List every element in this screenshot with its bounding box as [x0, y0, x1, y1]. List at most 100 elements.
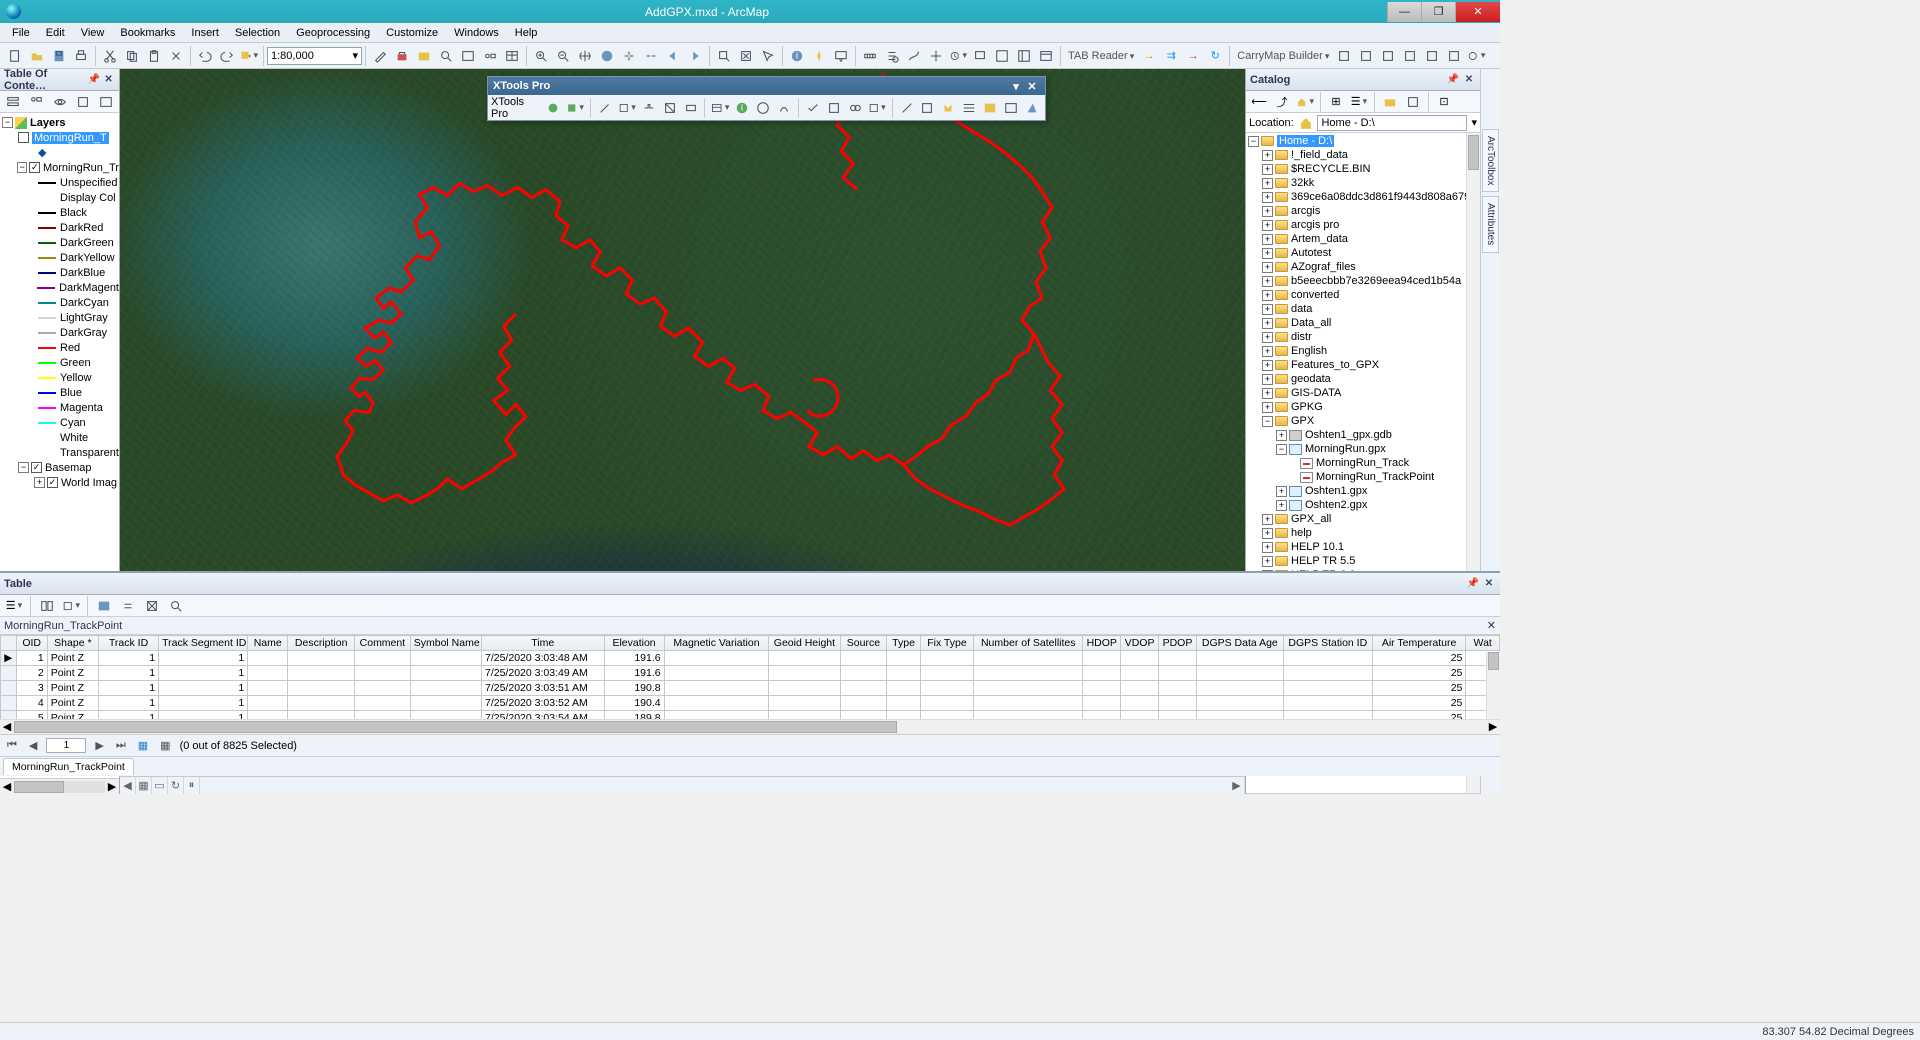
fixed-zoom-out-icon[interactable]: [641, 46, 661, 66]
python-icon[interactable]: [458, 46, 478, 66]
xt-tool-4-icon[interactable]: [617, 98, 637, 118]
grid-vscrollbar[interactable]: [1486, 652, 1500, 719]
table-options-icon[interactable]: ☰: [4, 596, 24, 616]
full-extent-icon[interactable]: [597, 46, 617, 66]
xtools-titlebar[interactable]: XTools Pro ▾ ✕: [488, 77, 1045, 95]
cat-connect-gdb-icon[interactable]: [1403, 92, 1423, 112]
toc-symbol-row[interactable]: Blue: [0, 385, 119, 400]
catalog-location-input[interactable]: [1317, 115, 1467, 131]
data-view-icon[interactable]: ▦: [136, 777, 152, 794]
table-window-icon[interactable]: [502, 46, 522, 66]
copy-icon[interactable]: [122, 46, 142, 66]
xt-tool-10-icon[interactable]: [754, 98, 772, 118]
table-switch-icon[interactable]: [118, 596, 138, 616]
toc-symbol-row[interactable]: Yellow: [0, 370, 119, 385]
tabreader-arrow1-icon[interactable]: →: [1139, 46, 1159, 66]
pause-draw-icon[interactable]: ⏸: [184, 777, 200, 794]
attribute-grid[interactable]: OIDShape *Track IDTrack Segment IDNameDe…: [0, 635, 1500, 719]
catalog-icon[interactable]: [414, 46, 434, 66]
table-clear-icon[interactable]: [142, 596, 162, 616]
toc-symbol-row[interactable]: DarkMagent: [0, 280, 119, 295]
cat-options-icon[interactable]: ⊡: [1434, 92, 1454, 112]
minimize-button[interactable]: —: [1387, 2, 1421, 22]
toc-basemap[interactable]: Basemap: [45, 462, 91, 474]
new-icon[interactable]: [5, 46, 25, 66]
menu-customize[interactable]: Customize: [378, 25, 446, 41]
list-by-drawing-icon[interactable]: [3, 92, 22, 112]
toc-symbol-row[interactable]: DarkYellow: [0, 250, 119, 265]
carrymap-tool2-icon[interactable]: [1356, 46, 1376, 66]
toc-symbol-row[interactable]: Cyan: [0, 415, 119, 430]
toc-symbol-row[interactable]: Red: [0, 340, 119, 355]
catalog-item[interactable]: +arcgis pro: [1246, 218, 1480, 232]
catalog-item[interactable]: +!_field_data: [1246, 148, 1480, 162]
map-hscroll-right[interactable]: ▶: [1229, 777, 1245, 794]
nav-last-icon[interactable]: ⏭: [113, 739, 129, 752]
find-icon[interactable]: [882, 46, 902, 66]
tab-reader-label[interactable]: TAB Reader: [1068, 50, 1134, 62]
xt-tool-20-icon[interactable]: [981, 98, 999, 118]
xt-tool-19-icon[interactable]: [960, 98, 978, 118]
table-row[interactable]: 3Point Z117/25/2020 3:03:51 AM190.825: [1, 681, 1500, 696]
nav-page-input[interactable]: [46, 738, 86, 753]
menu-bookmarks[interactable]: Bookmarks: [112, 25, 183, 41]
menu-windows[interactable]: Windows: [446, 25, 507, 41]
xtools-options-icon[interactable]: ▾: [1008, 80, 1024, 93]
catalog-item[interactable]: +Oshten1.gpx: [1246, 484, 1480, 498]
catalog-item[interactable]: +GIS-DATA: [1246, 386, 1480, 400]
sidetab-arctoolbox[interactable]: ArcToolbox: [1482, 129, 1499, 192]
nav-first-icon[interactable]: ⏮: [4, 739, 20, 752]
catalog-item[interactable]: +AZograf_files: [1246, 260, 1480, 274]
toc-symbol-row[interactable]: DarkGray: [0, 325, 119, 340]
menu-view[interactable]: View: [73, 25, 113, 41]
xt-tool-7-icon[interactable]: [682, 98, 700, 118]
table-pin-icon[interactable]: 📌: [1466, 577, 1480, 591]
nav-next-icon[interactable]: ▶: [92, 739, 106, 752]
tabreader-arrow3-icon[interactable]: →: [1183, 46, 1203, 66]
xt-tool-8-icon[interactable]: [710, 98, 730, 118]
html-popup-icon[interactable]: [831, 46, 851, 66]
menu-file[interactable]: File: [4, 25, 38, 41]
table-icon[interactable]: [1036, 46, 1056, 66]
toc-close-icon[interactable]: ✕: [102, 73, 115, 87]
toc-symbol-row[interactable]: Unspecified: [0, 175, 119, 190]
table-related-icon[interactable]: [37, 596, 57, 616]
create-viewer-icon[interactable]: [970, 46, 990, 66]
menu-help[interactable]: Help: [507, 25, 546, 41]
toc-symbol-row[interactable]: DarkGreen: [0, 235, 119, 250]
xt-tool-14-icon[interactable]: [846, 98, 864, 118]
table-row[interactable]: 2Point Z117/25/2020 3:03:49 AM191.625: [1, 666, 1500, 681]
layout-view-icon[interactable]: ▭: [152, 777, 168, 794]
list-by-source-icon[interactable]: [26, 92, 45, 112]
catalog-item[interactable]: MorningRun_TrackPoint: [1246, 470, 1480, 484]
carrymap-tool6-icon[interactable]: [1444, 46, 1464, 66]
table-delete-icon[interactable]: [190, 596, 210, 616]
catalog-item[interactable]: +Oshten2.gpx: [1246, 498, 1480, 512]
toc-root[interactable]: Layers: [30, 117, 65, 129]
xt-tool-15-icon[interactable]: [867, 98, 887, 118]
delete-icon[interactable]: [166, 46, 186, 66]
toc-hscrollbar[interactable]: ◀▶: [0, 778, 119, 794]
close-button[interactable]: ✕: [1455, 2, 1500, 22]
carrymap-tool7-icon[interactable]: [1466, 46, 1486, 66]
nav-show-all-icon[interactable]: ▦: [135, 739, 151, 752]
menu-geoprocessing[interactable]: Geoprocessing: [288, 25, 378, 41]
add-data-icon[interactable]: [239, 46, 259, 66]
toolbox-icon[interactable]: [392, 46, 412, 66]
select-features-icon[interactable]: [714, 46, 734, 66]
toc-symbol-row[interactable]: LightGray: [0, 310, 119, 325]
clear-selection-icon[interactable]: [736, 46, 756, 66]
menu-selection[interactable]: Selection: [227, 25, 288, 41]
catalog-pin-icon[interactable]: 📌: [1446, 73, 1460, 87]
catalog-close-icon[interactable]: ✕: [1462, 73, 1476, 87]
xt-tool-3-icon[interactable]: [596, 98, 614, 118]
catalog-item[interactable]: +arcgis: [1246, 204, 1480, 218]
xtools-toolbar[interactable]: XTools Pro ▾ ✕ XTools Pro: [487, 76, 1046, 121]
toc-layer-1[interactable]: MorningRun_T: [32, 132, 109, 144]
print-icon[interactable]: [71, 46, 91, 66]
xt-tool-13-icon[interactable]: [825, 98, 843, 118]
tabreader-refresh-icon[interactable]: ↻: [1205, 46, 1225, 66]
save-icon[interactable]: [49, 46, 69, 66]
xt-tool-11-icon[interactable]: [775, 98, 793, 118]
catalog-item[interactable]: +Features_to_GPX: [1246, 358, 1480, 372]
